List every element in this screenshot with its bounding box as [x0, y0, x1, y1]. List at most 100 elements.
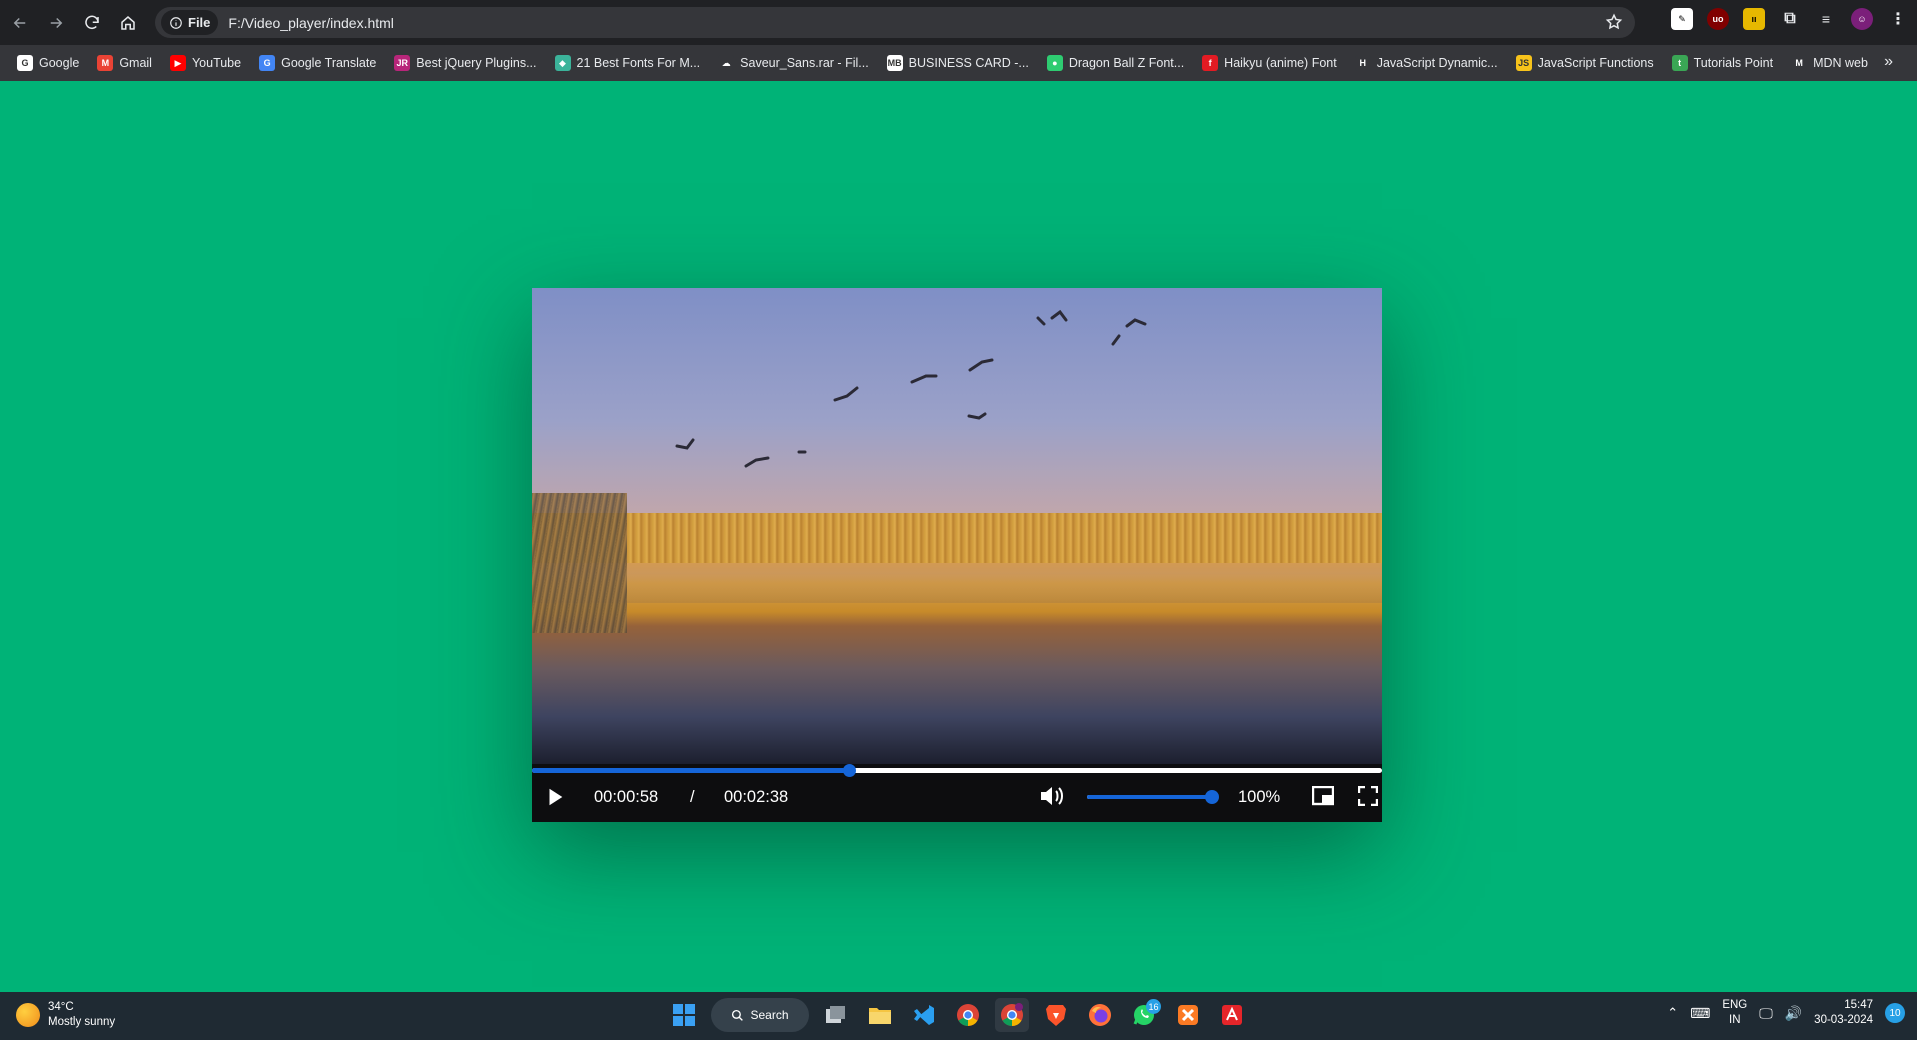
acrobat-icon [1222, 1005, 1242, 1025]
chrome-app[interactable] [951, 998, 985, 1032]
address-bar[interactable]: File F:/Video_player/index.html [155, 7, 1635, 38]
eyedropper-extension-icon[interactable]: ✎ [1671, 8, 1693, 30]
bookmark-star-icon[interactable] [1605, 13, 1623, 31]
tutorials-point-icon: t [1671, 55, 1688, 71]
search-icon [732, 1009, 744, 1021]
bookmark-item[interactable]: H JavaScript Dynamic... [1346, 49, 1507, 77]
seek-bar[interactable] [532, 764, 1382, 777]
bookmark-item[interactable]: JS JavaScript Functions [1507, 49, 1663, 77]
video-water-reflection [532, 563, 1382, 603]
notification-center-badge[interactable]: 10 [1885, 1003, 1905, 1023]
windows-taskbar: 34°C Mostly sunny Search 16 ⌃ ⌨ ENG IN 🖵… [0, 992, 1917, 1040]
forward-button[interactable] [38, 5, 74, 41]
volume-slider-fill [1087, 795, 1212, 799]
back-button[interactable] [2, 5, 38, 41]
bookmark-label: Gmail [119, 56, 152, 70]
bookmarks-bar: G Google M Gmail ▶ YouTube G Google Translate JR… [0, 45, 1917, 81]
bookmark-item[interactable]: G Google Translate [250, 49, 385, 77]
gmail-icon: M [97, 55, 114, 71]
taskbar-search[interactable]: Search [711, 998, 809, 1032]
volume-slider[interactable] [1087, 790, 1219, 804]
volume-icon[interactable]: 🔊 [1785, 1005, 1802, 1022]
vscode-icon [914, 1005, 934, 1025]
extensions-area: ✎ uo ıı ⧉ ≡ ☺ ⋮ [1671, 8, 1909, 30]
weather-widget[interactable]: 34°C Mostly sunny [16, 1000, 115, 1030]
home-icon [121, 15, 135, 30]
bookmark-item[interactable]: MB BUSINESS CARD -... [878, 49, 1038, 77]
video-reeds-left [532, 493, 627, 633]
bookmark-label: JavaScript Dynamic... [1376, 56, 1498, 70]
firefox-app[interactable] [1083, 998, 1117, 1032]
bookmark-item[interactable]: M Gmail [88, 49, 161, 77]
site-info-chip[interactable]: File [161, 10, 219, 35]
puzzle-extensions-icon[interactable]: ⧉ [1779, 8, 1801, 30]
task-view-button[interactable] [819, 998, 853, 1032]
bookmark-item[interactable]: f Haikyu (anime) Font [1193, 49, 1346, 77]
translate-icon: G [259, 55, 276, 71]
url-text[interactable]: F:/Video_player/index.html [228, 15, 394, 31]
clock-time: 15:47 [1844, 999, 1873, 1011]
info-icon [170, 16, 182, 29]
home-button[interactable] [110, 5, 146, 41]
play-icon [549, 788, 563, 806]
bookmark-label: JavaScript Functions [1537, 56, 1654, 70]
font-f-icon: f [1202, 55, 1219, 71]
bookmark-item[interactable]: t Tutorials Point [1663, 49, 1782, 77]
play-button[interactable] [544, 786, 566, 808]
picture-in-picture-button[interactable] [1312, 786, 1334, 806]
mdn-icon: M [1791, 55, 1808, 71]
video-frame[interactable] [532, 288, 1382, 764]
network-icon[interactable]: 🖵 [1759, 1005, 1773, 1022]
file-explorer-app[interactable] [863, 998, 897, 1032]
google-icon: G [17, 55, 33, 71]
whatsapp-app[interactable]: 16 [1127, 998, 1161, 1032]
folder-icon [869, 1008, 891, 1024]
bookmark-label: 21 Best Fonts For M... [576, 56, 701, 70]
keyboard-icon[interactable]: ⌨ [1690, 1005, 1710, 1022]
bookmark-label: Google Translate [281, 56, 377, 70]
menu-kebab-icon[interactable]: ⋮ [1887, 8, 1909, 30]
clock-date: 30-03-2024 [1814, 1014, 1873, 1026]
start-button[interactable] [667, 998, 701, 1032]
reload-icon [85, 15, 99, 29]
cloud-icon: ☁ [718, 55, 735, 71]
clock[interactable]: 15:47 30-03-2024 [1814, 998, 1873, 1028]
language-code: ENG [1722, 999, 1748, 1011]
bookmark-label: Best jQuery Plugins... [416, 56, 537, 70]
bookmark-label: Saveur_Sans.rar - Fil... [740, 56, 869, 70]
acrobat-app[interactable] [1215, 998, 1249, 1032]
bookmark-item[interactable]: ▶ YouTube [161, 49, 250, 77]
volume-button[interactable] [1039, 785, 1065, 807]
task-view-icon [826, 1006, 845, 1023]
bookmark-item[interactable]: ☁ Saveur_Sans.rar - Fil... [709, 49, 878, 77]
bookmark-label: Google [39, 56, 80, 70]
reading-list-icon[interactable]: ≡ [1815, 8, 1837, 30]
region-code: IN [1729, 1014, 1741, 1026]
language-indicator[interactable]: ENG IN [1722, 998, 1747, 1028]
dragonball-icon: ● [1046, 55, 1063, 71]
taskbar-apps: Search 16 [667, 998, 1249, 1032]
fullscreen-button[interactable] [1358, 786, 1378, 806]
extension-yellow-icon[interactable]: ıı [1743, 8, 1765, 30]
volume-slider-thumb[interactable] [1205, 790, 1219, 804]
bookmark-item[interactable]: ◆ 21 Best Fonts For M... [546, 49, 710, 77]
vscode-app[interactable] [907, 998, 941, 1032]
brave-app[interactable] [1039, 998, 1073, 1032]
ublock-extension-icon[interactable]: uo [1707, 8, 1729, 30]
volume-percent: 100% [1238, 788, 1281, 806]
bookmark-item[interactable]: JR Best jQuery Plugins... [385, 49, 545, 77]
brave-lion-icon [1046, 1005, 1066, 1026]
chevron-up-icon[interactable]: ⌃ [1667, 1005, 1678, 1021]
bookmark-label: Tutorials Point [1693, 56, 1774, 70]
profile-avatar[interactable]: ☺ [1851, 8, 1873, 30]
reload-button[interactable] [74, 5, 110, 41]
bookmark-item[interactable]: ● Dragon Ball Z Font... [1038, 49, 1193, 77]
whatsapp-unread-badge: 16 [1146, 999, 1161, 1014]
bookmarks-overflow-icon[interactable]: » [1884, 53, 1893, 71]
browser-toolbar: File F:/Video_player/index.html ✎ uo ıı … [0, 0, 1917, 45]
xampp-app[interactable] [1171, 998, 1205, 1032]
bookmark-item[interactable]: M MDN web [1782, 49, 1877, 77]
chrome-profile-app[interactable] [995, 998, 1029, 1032]
speaker-icon [1041, 787, 1063, 805]
bookmark-item[interactable]: G Google [8, 49, 88, 77]
